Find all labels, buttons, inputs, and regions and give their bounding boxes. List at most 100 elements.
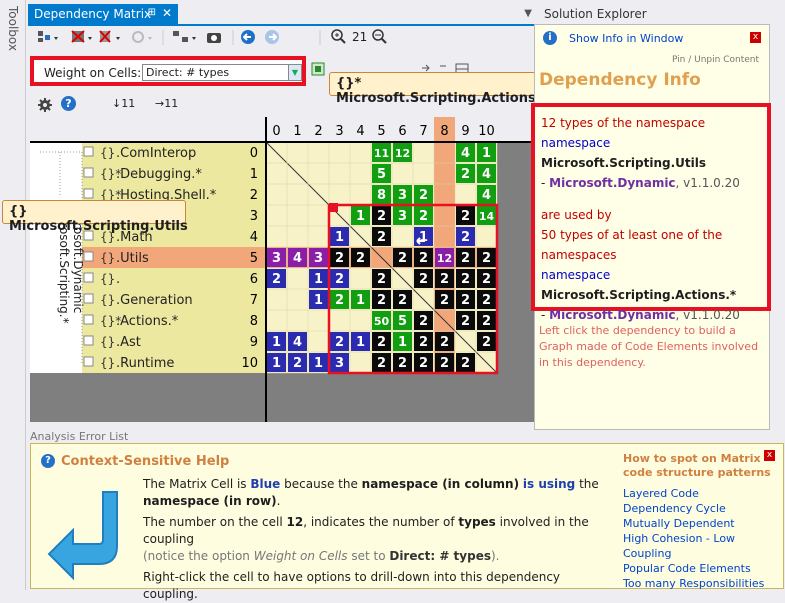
pin-icon[interactable]: ⊞ xyxy=(148,7,156,18)
patterns-panel: How to spot on Matrix code structure pat… xyxy=(623,452,778,591)
refresh-icon[interactable] xyxy=(132,31,152,43)
row-prefix: {} xyxy=(100,335,115,349)
info-line-1: 12 types of the namespace xyxy=(541,116,706,130)
cell-value: 2 xyxy=(461,230,470,245)
cell-value: 2 xyxy=(377,230,386,245)
cell-value: 3 xyxy=(398,209,407,224)
cell-value: 3 xyxy=(272,251,281,266)
pattern-link[interactable]: Popular Code Elements xyxy=(623,561,778,576)
row-label[interactable]: . xyxy=(116,272,120,287)
column-header[interactable]: 8 xyxy=(440,124,448,139)
cell-value: 2 xyxy=(419,251,428,266)
row-index: 4 xyxy=(250,230,258,245)
column-header[interactable]: 1 xyxy=(293,124,301,139)
green-matrix-icon[interactable] xyxy=(311,62,325,76)
gear-icon[interactable] xyxy=(37,97,53,113)
cell-value: 2 xyxy=(377,293,386,308)
close-icon[interactable]: ✕ xyxy=(162,6,172,20)
row-index: 7 xyxy=(250,293,258,308)
row-index: 0 xyxy=(250,146,258,161)
tab-bar: Dependency Matrix ⊞ ✕ ▼ xyxy=(28,4,534,24)
expand-icon[interactable] xyxy=(83,335,94,346)
cell-value: 14 xyxy=(479,210,495,223)
pattern-link[interactable]: Too many Responsibilities xyxy=(623,576,778,591)
zoom-in-icon[interactable] xyxy=(331,29,346,44)
cell-value: 5 xyxy=(377,167,386,182)
cell-value: 2 xyxy=(335,293,344,308)
column-header[interactable]: 10 xyxy=(478,124,495,139)
expand-icon[interactable] xyxy=(83,314,94,325)
cell-value: 2 xyxy=(335,272,344,287)
show-info-link[interactable]: Show Info in Window xyxy=(569,32,683,45)
row-label[interactable]: .Actions.* xyxy=(116,314,179,329)
cell-value: 1 xyxy=(272,356,281,371)
row-prefix: {} xyxy=(100,146,115,160)
column-header[interactable]: 5 xyxy=(377,124,385,139)
toolbox-sidebar[interactable]: Toolbox xyxy=(0,0,26,590)
weight-on-cells-label: Weight on Cells: xyxy=(44,66,142,80)
column-header[interactable]: 4 xyxy=(356,124,364,139)
expand-icon[interactable] xyxy=(83,188,94,199)
chevron-down-icon[interactable]: ▼ xyxy=(288,65,301,80)
camera-icon[interactable] xyxy=(207,33,221,43)
weight-on-cells-select[interactable]: Direct: # types ▼ xyxy=(142,64,302,81)
toolbox-label[interactable]: Toolbox xyxy=(6,6,20,51)
help-paragraph-1: The Matrix Cell is Blue because the name… xyxy=(143,477,599,508)
pattern-link[interactable]: Layered Code xyxy=(623,486,778,501)
column-header[interactable]: 2 xyxy=(314,124,322,139)
pattern-link[interactable]: Dependency Cycle xyxy=(623,501,778,516)
cell-value: 2 xyxy=(461,314,470,329)
dependency-matrix[interactable]: 0 1 2 3 4 5 6 7 8 9 10{} .ComInterop 0{}*.Debugging.… xyxy=(30,117,535,422)
close-icon[interactable]: x xyxy=(750,32,761,43)
cell-value: 1 xyxy=(356,335,365,350)
column-header[interactable]: 9 xyxy=(461,124,469,139)
row-label[interactable]: .Utils xyxy=(116,251,149,266)
pin-unpin-link[interactable]: Pin / Unpin Content xyxy=(672,55,759,65)
zoom-out-icon[interactable] xyxy=(372,29,387,44)
row-label[interactable]: .Ast xyxy=(116,335,141,350)
cell-value: 1 xyxy=(398,335,407,350)
cell-value: 1 xyxy=(314,272,323,287)
cell-value: 4 xyxy=(461,146,470,161)
remove-empty-icon[interactable] xyxy=(71,30,92,43)
cell-value: 2 xyxy=(377,356,386,371)
row-label[interactable]: .ComInterop xyxy=(116,146,196,161)
dependency-info-panel: i Show Info in Window x Pin / Unpin Cont… xyxy=(531,24,771,430)
expand-icon[interactable] xyxy=(83,146,94,157)
cell-value: 1 xyxy=(314,356,323,371)
column-header[interactable]: 0 xyxy=(272,124,280,139)
row-label[interactable]: .Runtime xyxy=(116,356,174,371)
forward-icon[interactable] xyxy=(265,30,279,44)
info-namespace-2: namespace Microsoft.Scripting.Actions.* xyxy=(541,268,737,302)
help-paragraph-2: The number on the cell 12, indicates the… xyxy=(143,515,589,546)
cell-value: 2 xyxy=(356,251,365,266)
pattern-link[interactable]: High Cohesion - Low Coupling xyxy=(623,531,778,561)
column-header[interactable]: 6 xyxy=(398,124,406,139)
tab-dropdown-icon[interactable]: ▼ xyxy=(524,8,532,19)
arrows-icon[interactable] xyxy=(422,64,446,72)
row-label[interactable]: .Generation xyxy=(116,293,193,308)
row-label[interactable]: .Debugging.* xyxy=(116,167,202,182)
cycle-icon[interactable] xyxy=(329,203,338,212)
column-header[interactable]: 7 xyxy=(419,124,427,139)
solution-explorer-tab[interactable]: Solution Explorer xyxy=(540,4,785,24)
pattern-link[interactable]: Mutually Dependent xyxy=(623,516,778,531)
matrix-options-icon[interactable] xyxy=(38,31,58,42)
info-assembly-2: - Microsoft.Dynamic, v1.1.0.20 xyxy=(541,308,740,322)
column-header[interactable]: 3 xyxy=(335,124,343,139)
expand-icon[interactable] xyxy=(83,167,94,178)
cell-value: 4 xyxy=(482,188,491,203)
cell-value: 12 xyxy=(395,147,410,160)
help-paragraph-4: Right-click the cell to have options to … xyxy=(143,570,561,601)
row-index: 6 xyxy=(250,272,258,287)
close-icon[interactable]: x xyxy=(764,450,775,461)
cell-value: 2 xyxy=(419,209,428,224)
tab-dependency-matrix[interactable]: Dependency Matrix ⊞ ✕ xyxy=(28,4,178,24)
back-icon[interactable] xyxy=(241,30,255,44)
tree-icon[interactable] xyxy=(173,31,196,42)
help-icon[interactable]: ? xyxy=(61,96,76,111)
remove-icon[interactable] xyxy=(99,30,120,43)
cell-value: 2 xyxy=(272,272,281,287)
expand-icon[interactable] xyxy=(83,356,94,367)
analysis-error-list-tab[interactable]: Analysis Error List xyxy=(30,430,535,444)
